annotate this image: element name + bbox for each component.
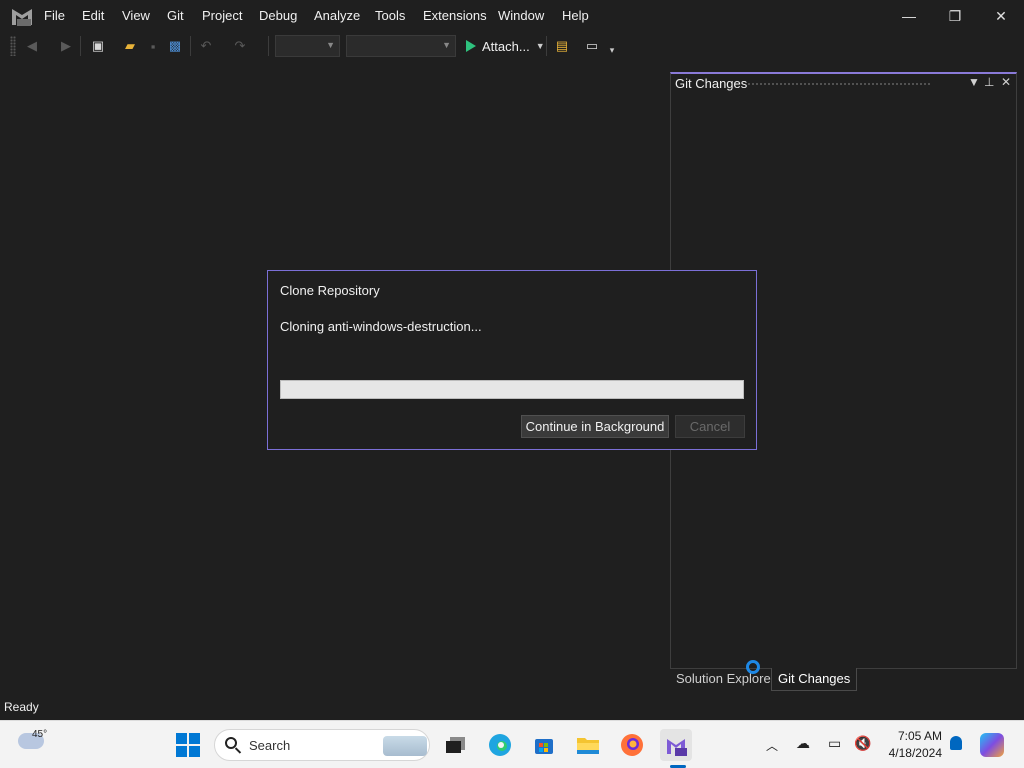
forward-icon[interactable]: ▶ (56, 36, 76, 56)
redo-icon[interactable]: ↷ (230, 36, 250, 56)
clock-time[interactable]: 7:05 AM (896, 729, 942, 743)
display-icon[interactable]: ▭ (828, 735, 841, 752)
menu-edit[interactable]: Edit (82, 8, 104, 23)
pane-drag-grip[interactable] (747, 82, 932, 87)
busy-cursor-icon (746, 660, 760, 674)
new-project-icon[interactable]: ▣ (88, 36, 108, 56)
attach-label: Attach... (482, 38, 530, 54)
menu-extensions[interactable]: Extensions (423, 8, 487, 23)
menu-file[interactable]: File (44, 8, 65, 23)
solution-explorer-icon[interactable]: ▤ (552, 36, 572, 56)
undo-icon[interactable]: ↶ (196, 36, 216, 56)
windows-logo-tile (176, 733, 187, 744)
task-view-icon[interactable] (440, 729, 472, 761)
microsoft-store-icon[interactable] (528, 729, 560, 761)
copilot-icon[interactable] (980, 733, 1004, 757)
menu-debug[interactable]: Debug (259, 8, 297, 23)
search-label: Search (249, 738, 291, 753)
windows-logo-tile (189, 746, 200, 757)
close-window-button[interactable]: ✕ (978, 0, 1024, 32)
back-icon[interactable]: ◀ (22, 36, 42, 56)
toolbar-separator (268, 36, 269, 56)
windows-taskbar: 45° Search ︿ ☁ ▭ 🔇 7:05 AM 4/18/2024 (0, 720, 1024, 768)
search-highlight-image (383, 736, 427, 756)
visual-studio-preview-logo (12, 9, 32, 26)
standard-toolbar: ◀ ▶ ▣ ▰ ▪ ▩ ↶ ↷ ▼ ▼ Attach... ▼ ▤ ▭ ▾ (0, 32, 1024, 60)
menu-git[interactable]: Git (167, 8, 184, 23)
status-bar-text: Ready (4, 700, 39, 714)
file-explorer-icon[interactable] (572, 729, 604, 761)
attach-button[interactable]: Attach... ▼ (462, 35, 545, 57)
start-button[interactable] (176, 733, 200, 757)
windows-logo-tile (189, 733, 200, 744)
menu-project[interactable]: Project (202, 8, 242, 23)
volume-muted-icon[interactable]: 🔇 (854, 735, 871, 752)
clone-status-text: Cloning anti-windows-destruction... (280, 319, 482, 334)
pane-options-icon[interactable]: ▼ (968, 75, 980, 89)
play-icon (466, 40, 476, 52)
tab-git-changes[interactable]: Git Changes (771, 668, 858, 691)
windows-logo-tile (176, 746, 187, 757)
solution-platform-combo[interactable]: ▼ (346, 35, 456, 57)
open-folder-icon[interactable]: ▰ (120, 36, 140, 56)
toolbar-grip-icon[interactable] (10, 36, 16, 56)
menu-analyze[interactable]: Analyze (314, 8, 360, 23)
pin-icon[interactable]: ⊥ (984, 75, 994, 89)
solution-configuration-combo[interactable]: ▼ (275, 35, 340, 57)
toolbar-separator (190, 36, 191, 56)
close-pane-icon[interactable]: ✕ (1001, 75, 1011, 89)
menu-view[interactable]: View (122, 8, 150, 23)
git-changes-pane-title: Git Changes (675, 76, 748, 91)
taskbar-search-box[interactable]: Search (214, 729, 430, 761)
clone-progress-bar (280, 380, 744, 399)
window-layout-icon[interactable]: ▭ (582, 36, 602, 56)
visual-studio-preview-icon[interactable] (660, 729, 692, 761)
weather-temperature: 45° (32, 729, 48, 740)
edge-browser-icon[interactable] (484, 729, 516, 761)
save-icon[interactable]: ▪ (143, 36, 163, 56)
onedrive-offline-icon[interactable]: ☁ (796, 735, 810, 752)
restore-button[interactable]: ❐ (932, 0, 978, 32)
notification-bell-icon[interactable] (950, 736, 962, 750)
menu-tools[interactable]: Tools (375, 8, 405, 23)
continue-in-background-button[interactable]: Continue in Background (521, 415, 669, 438)
chevron-down-icon: ▼ (442, 40, 451, 50)
clock-date[interactable]: 4/18/2024 (880, 746, 942, 760)
firefox-icon[interactable] (616, 729, 648, 761)
chevron-down-icon: ▼ (535, 41, 545, 51)
minimize-button[interactable]: — (886, 0, 932, 32)
search-icon (225, 737, 237, 749)
dialog-title: Clone Repository (280, 283, 380, 298)
toolbar-separator (546, 36, 547, 56)
toolbar-separator (80, 36, 81, 56)
cancel-button[interactable]: Cancel (675, 415, 745, 438)
clone-repository-dialog: Clone Repository Cloning anti-windows-de… (267, 270, 757, 450)
chevron-down-icon: ▼ (326, 40, 335, 50)
menu-window[interactable]: Window (498, 8, 544, 23)
tab-solution-explorer[interactable]: Solution Explorer (670, 668, 781, 690)
title-menu-bar: File Edit View Git Project Debug Analyze… (0, 0, 1024, 32)
toolbar-overflow-icon[interactable]: ▾ (602, 40, 622, 60)
show-hidden-icons-icon[interactable]: ︿ (766, 737, 778, 754)
menu-help[interactable]: Help (562, 8, 589, 23)
save-all-icon[interactable]: ▩ (165, 36, 185, 56)
